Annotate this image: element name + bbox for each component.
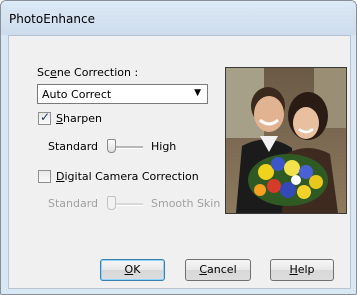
scene-correction-dropdown[interactable]: Auto Correct ▼ [37, 84, 208, 104]
ok-button[interactable]: OK [100, 259, 165, 281]
sharpen-label[interactable]: Sharpen [56, 112, 102, 125]
digital-max-label: Smooth Skin [151, 197, 221, 210]
dialog-body: Scene Correction : Auto Correct ▼ ✓ Shar… [8, 35, 351, 289]
digital-camera-correction-checkbox[interactable] [38, 170, 51, 183]
sharpen-min-label: Standard [48, 140, 99, 153]
window-title: PhotoEnhance [9, 12, 95, 26]
help-button[interactable]: Help [270, 259, 334, 281]
scene-correction-label: Scene Correction : [37, 66, 139, 79]
digital-slider-thumb[interactable] [107, 196, 116, 210]
digital-correction-slider[interactable] [107, 194, 143, 212]
checkmark-icon: ✓ [40, 110, 51, 124]
digital-min-label: Standard [48, 197, 99, 210]
cancel-button[interactable]: Cancel [185, 259, 251, 281]
sharpen-max-label: High [151, 140, 177, 153]
dropdown-arrow-icon: ▼ [194, 88, 201, 98]
sharpen-slider-thumb[interactable] [107, 139, 116, 153]
sharpen-checkbox[interactable]: ✓ [38, 110, 51, 125]
digital-camera-correction-label[interactable]: Digital Camera Correction [56, 170, 199, 183]
preview-image [225, 67, 347, 214]
preview-photo-illustration [226, 68, 346, 213]
sharpen-slider[interactable] [107, 137, 143, 155]
photoenhance-dialog: PhotoEnhance Scene Correction : Auto Cor… [0, 0, 357, 295]
scene-correction-value: Auto Correct [42, 88, 112, 101]
title-bar[interactable]: PhotoEnhance [1, 1, 356, 35]
